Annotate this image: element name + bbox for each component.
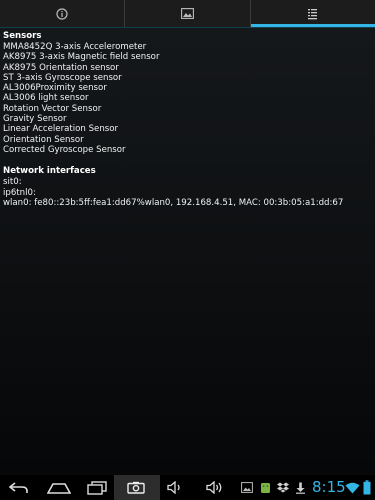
volume-down-icon	[167, 481, 180, 494]
dropbox-icon	[277, 482, 289, 493]
download-notification[interactable]	[293, 478, 307, 497]
volume-down-button[interactable]	[166, 478, 184, 497]
tab-info[interactable]	[0, 0, 126, 27]
system-info-content: Sensors MMA8452Q 3-axis Accelerometer AK…	[0, 28, 375, 475]
sensor-item: MMA8452Q 3-axis Accelerometer	[3, 42, 147, 52]
screenshot-button[interactable]	[126, 478, 146, 497]
sensor-item: AK8975 Orientation sensor	[3, 62, 119, 73]
tab-bar	[0, 0, 375, 27]
wifi-icon	[345, 482, 359, 493]
camera-icon	[127, 481, 145, 494]
back-button[interactable]	[8, 478, 30, 497]
sensor-item: AL3006Proximity sensor	[3, 83, 107, 94]
battery-status	[362, 478, 372, 497]
info-icon	[56, 7, 68, 20]
list-icon	[308, 8, 318, 19]
sensor-item: Gravity Sensor	[3, 114, 67, 125]
download-icon	[295, 482, 305, 494]
android-notification[interactable]	[258, 478, 272, 497]
recent-apps-icon	[87, 480, 107, 495]
sensor-item: ST 3-axis Gyroscope sensor	[3, 72, 122, 83]
network-interfaces-heading: Network interfaces	[3, 166, 96, 177]
back-icon	[9, 481, 28, 493]
sensor-item: AL3006 light sensor	[3, 93, 89, 104]
sensors-heading: Sensors	[3, 31, 42, 41]
tab-image[interactable]	[125, 0, 251, 27]
sensor-item: Orientation Sensor	[3, 134, 84, 145]
volume-up-icon	[206, 481, 222, 494]
network-interface-item: sit0:	[3, 177, 22, 188]
home-button[interactable]	[46, 478, 72, 497]
sensor-item: Linear Acceleration Sensor	[3, 124, 119, 135]
sensor-item: AK8975 3-axis Magnetic field sensor	[3, 52, 160, 63]
wifi-status	[344, 478, 360, 497]
network-interface-item: ip6tnl0:	[3, 187, 36, 198]
sensor-item: Corrected Gyroscope Sensor	[3, 144, 126, 155]
image-icon	[181, 8, 194, 19]
gallery-notification[interactable]	[240, 478, 254, 497]
gallery-icon	[241, 482, 253, 493]
dropbox-notification[interactable]	[276, 478, 290, 497]
sensor-item: Rotation Vector Sensor	[3, 103, 102, 114]
battery-icon	[363, 480, 371, 495]
volume-up-button[interactable]	[205, 478, 225, 497]
recent-apps-button[interactable]	[86, 478, 108, 497]
system-bar: 8:15	[0, 475, 375, 500]
tab-list[interactable]	[250, 0, 375, 27]
android-robot-icon	[260, 482, 270, 493]
home-icon	[47, 482, 71, 494]
network-interface-item: wlan0: fe80::23b:5ff:fea1:dd67%wlan0, 19…	[3, 197, 344, 208]
status-clock: 8:15	[312, 478, 346, 496]
